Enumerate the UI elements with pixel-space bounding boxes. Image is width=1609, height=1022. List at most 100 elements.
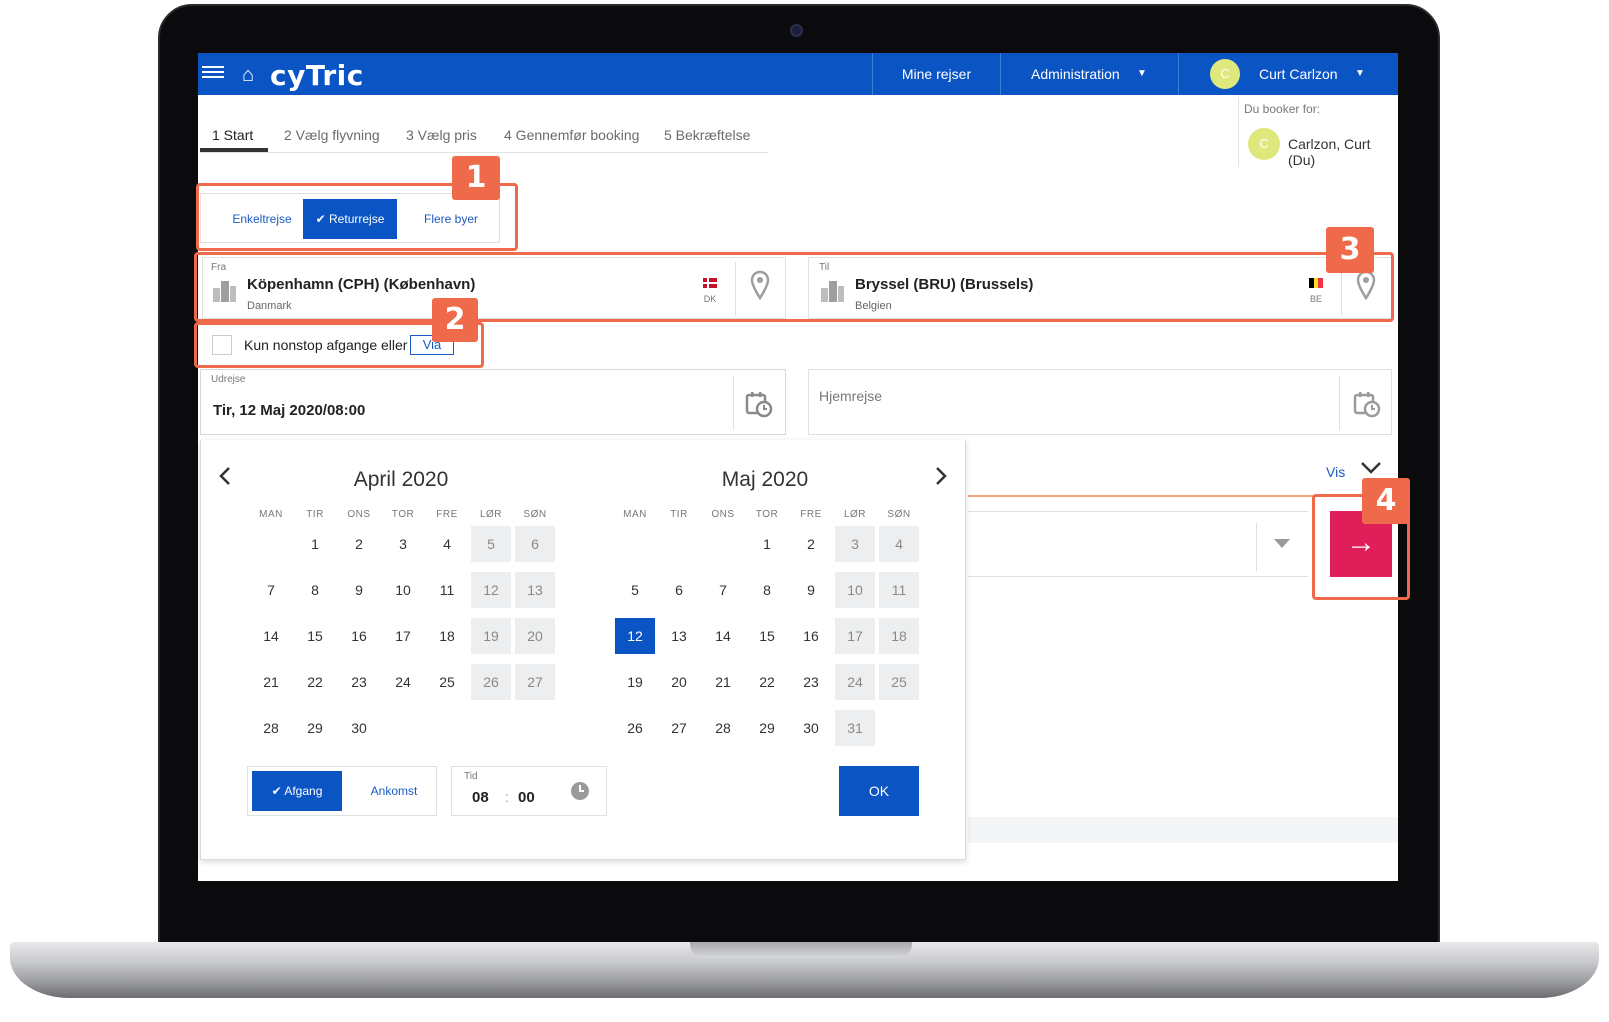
chevron-down-icon[interactable]	[1360, 461, 1382, 475]
calendar-clock-icon[interactable]	[1353, 390, 1381, 418]
calendar-day[interactable]: 15	[295, 618, 335, 654]
step-choose-flight[interactable]: 2 Vælg flyvning	[284, 127, 380, 143]
show-options-link[interactable]: Vis	[1326, 464, 1345, 480]
home-icon[interactable]: ⌂	[242, 64, 254, 87]
calendar-day[interactable]: 13	[515, 572, 555, 608]
calendar-day[interactable]: 22	[747, 664, 787, 700]
calendar-day[interactable]: 10	[383, 572, 423, 608]
calendar-day[interactable]: 15	[747, 618, 787, 654]
calendar-day[interactable]: 8	[295, 572, 335, 608]
calendar-day[interactable]: 11	[427, 572, 467, 608]
calendar-day[interactable]: 16	[339, 618, 379, 654]
map-pin-icon[interactable]	[1355, 270, 1377, 302]
calendar-day[interactable]: 6	[515, 526, 555, 562]
options-select[interactable]	[968, 511, 1308, 577]
time-minutes[interactable]: 00	[518, 789, 535, 806]
calendar-day[interactable]: 1	[747, 526, 787, 562]
calendar-day[interactable]: 21	[703, 664, 743, 700]
calendar-day[interactable]: 13	[659, 618, 699, 654]
nav-my-trips[interactable]: Mine rejser	[872, 53, 1000, 95]
calendar-day[interactable]: 25	[427, 664, 467, 700]
menu-icon[interactable]	[202, 63, 224, 83]
to-field[interactable]: Til Bryssel (BRU) (Brussels) Belgien BE	[808, 257, 1392, 319]
return-date-field[interactable]: Hjemrejse	[808, 369, 1392, 435]
departure-date-field[interactable]: Udrejse Tir, 12 Maj 2020/08:00	[200, 369, 786, 435]
calendar-day[interactable]: 22	[295, 664, 335, 700]
calendar-day[interactable]: 12	[471, 572, 511, 608]
arrival-button[interactable]: Ankomst	[352, 771, 436, 811]
calendar-day[interactable]: 28	[251, 710, 291, 746]
calendar-day[interactable]: 7	[703, 572, 743, 608]
calendar-day[interactable]: 23	[791, 664, 831, 700]
calendar-day[interactable]: 20	[659, 664, 699, 700]
calendar-day[interactable]: 27	[515, 664, 555, 700]
calendar-day[interactable]: 24	[383, 664, 423, 700]
calendar-day[interactable]: 19	[471, 618, 511, 654]
from-field[interactable]: Fra Köpenhamn (CPH) (København) Danmark …	[202, 257, 786, 319]
calendar-day[interactable]: 29	[747, 710, 787, 746]
calendar-clock-icon[interactable]	[745, 390, 773, 418]
calendar-day[interactable]: 12	[615, 618, 655, 654]
calendar-day[interactable]: 1	[295, 526, 335, 562]
step-start[interactable]: 1 Start	[212, 127, 253, 143]
city-icon	[213, 281, 236, 302]
weekday-header: SØN	[523, 509, 547, 520]
divider	[968, 495, 1394, 497]
calendar-day[interactable]: 21	[251, 664, 291, 700]
calendar-day[interactable]: 3	[835, 526, 875, 562]
calendar-day[interactable]: 14	[251, 618, 291, 654]
booker-name[interactable]: Carlzon, Curt (Du)	[1288, 136, 1398, 168]
nonstop-checkbox[interactable]	[212, 335, 232, 355]
app-screen: ⌂ cyTric Mine rejser Administration ▼ Cu…	[198, 53, 1398, 881]
calendar-day[interactable]: 26	[471, 664, 511, 700]
ok-button[interactable]: OK	[839, 766, 919, 816]
departure-button[interactable]: ✔ Afgang	[252, 771, 342, 811]
calendar-day[interactable]: 25	[879, 664, 919, 700]
calendar-day[interactable]: 17	[383, 618, 423, 654]
calendar-day[interactable]: 4	[879, 526, 919, 562]
calendar-day[interactable]: 28	[703, 710, 743, 746]
calendar-day[interactable]: 9	[339, 572, 379, 608]
logo[interactable]: cyTric	[270, 59, 364, 92]
step-choose-price[interactable]: 3 Vælg pris	[406, 127, 477, 143]
avatar[interactable]: C	[1210, 59, 1240, 89]
calendar-day[interactable]: 27	[659, 710, 699, 746]
calendar-day[interactable]: 17	[835, 618, 875, 654]
calendar-day[interactable]: 19	[615, 664, 655, 700]
return-date-placeholder: Hjemrejse	[819, 388, 883, 404]
calendar-day[interactable]: 7	[251, 572, 291, 608]
calendar-day[interactable]: 6	[659, 572, 699, 608]
map-pin-icon[interactable]	[749, 270, 771, 302]
calendar-day[interactable]: 5	[471, 526, 511, 562]
calendar-day[interactable]: 20	[515, 618, 555, 654]
return-trip-button[interactable]: ✔ Returrejse	[303, 199, 397, 239]
calendar-day[interactable]: 3	[383, 526, 423, 562]
calendar-day[interactable]: 5	[615, 572, 655, 608]
calendar-day[interactable]: 30	[339, 710, 379, 746]
time-hours[interactable]: 08	[472, 789, 489, 806]
calendar-day[interactable]: 2	[791, 526, 831, 562]
calendar-day[interactable]: 8	[747, 572, 787, 608]
calendar-day[interactable]: 30	[791, 710, 831, 746]
calendar-day[interactable]: 11	[879, 572, 919, 608]
calendar-day[interactable]: 2	[339, 526, 379, 562]
calendar-day[interactable]: 18	[427, 618, 467, 654]
calendar-day[interactable]: 31	[835, 710, 875, 746]
calendar-day[interactable]: 16	[791, 618, 831, 654]
calendar-day[interactable]: 24	[835, 664, 875, 700]
clock-icon[interactable]	[570, 781, 590, 801]
nav-administration[interactable]: Administration ▼	[1000, 53, 1178, 95]
calendar-day[interactable]: 9	[791, 572, 831, 608]
calendar-day[interactable]: 23	[339, 664, 379, 700]
calendar-day[interactable]: 26	[615, 710, 655, 746]
one-way-button[interactable]: Enkeltrejse	[225, 199, 299, 239]
multi-city-button[interactable]: Flere byer	[419, 199, 483, 239]
calendar-day[interactable]: 10	[835, 572, 875, 608]
calendar-day[interactable]: 14	[703, 618, 743, 654]
step-complete-booking[interactable]: 4 Gennemfør booking	[504, 127, 639, 143]
calendar-day[interactable]: 18	[879, 618, 919, 654]
step-confirmation[interactable]: 5 Bekræftelse	[664, 127, 750, 143]
calendar-day[interactable]: 29	[295, 710, 335, 746]
calendar-day[interactable]: 4	[427, 526, 467, 562]
dropdown-arrow-icon[interactable]	[1274, 539, 1290, 548]
